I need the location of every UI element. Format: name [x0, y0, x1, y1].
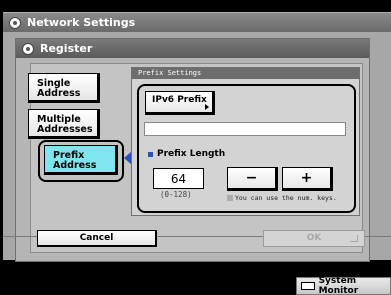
- ok-button[interactable]: OK: [263, 230, 365, 247]
- enter-icon: [350, 235, 358, 242]
- increment-button[interactable]: +: [282, 167, 333, 191]
- screen: Network Settings Register Single Address…: [0, 0, 391, 295]
- ipv6-prefix-field[interactable]: [144, 122, 346, 136]
- prefix-settings-title: Prefix Settings: [132, 68, 359, 79]
- system-monitor-button[interactable]: System Monitor: [296, 276, 391, 295]
- system-monitor-label: System Monitor: [318, 276, 359, 295]
- numeric-keys-note: You can use the num. keys.: [227, 194, 337, 202]
- arrow-right-icon: [205, 104, 209, 110]
- prefix-length-label: Prefix Length: [148, 149, 225, 159]
- numeric-keys-text: You can use the num. keys.: [235, 194, 337, 202]
- ipv6-prefix-button[interactable]: IPv6 Prefix: [145, 91, 215, 115]
- cancel-button[interactable]: Cancel: [37, 230, 157, 247]
- register-title: Register: [40, 42, 93, 55]
- register-title-bar: Register: [16, 39, 369, 58]
- prefix-length-text: Prefix Length: [157, 149, 226, 159]
- multiple-addresses-button[interactable]: Multiple Addresses: [28, 109, 100, 139]
- ipv6-prefix-label: IPv6 Prefix: [152, 95, 207, 105]
- network-settings-icon: [9, 16, 21, 29]
- prefix-address-button[interactable]: Prefix Address: [44, 145, 118, 175]
- ok-label: OK: [306, 233, 322, 243]
- prefix-length-value[interactable]: 64: [153, 168, 204, 189]
- bullet-square-icon: [148, 151, 153, 157]
- prefix-length-range: (0-128): [160, 190, 192, 199]
- keypad-icon: [227, 195, 233, 201]
- decrement-button[interactable]: −: [227, 167, 278, 191]
- monitor-icon: [301, 282, 315, 290]
- register-icon: [22, 42, 34, 55]
- title-bar: Network Settings: [3, 12, 391, 32]
- single-address-button[interactable]: Single Address: [28, 73, 100, 103]
- window-title: Network Settings: [27, 16, 136, 29]
